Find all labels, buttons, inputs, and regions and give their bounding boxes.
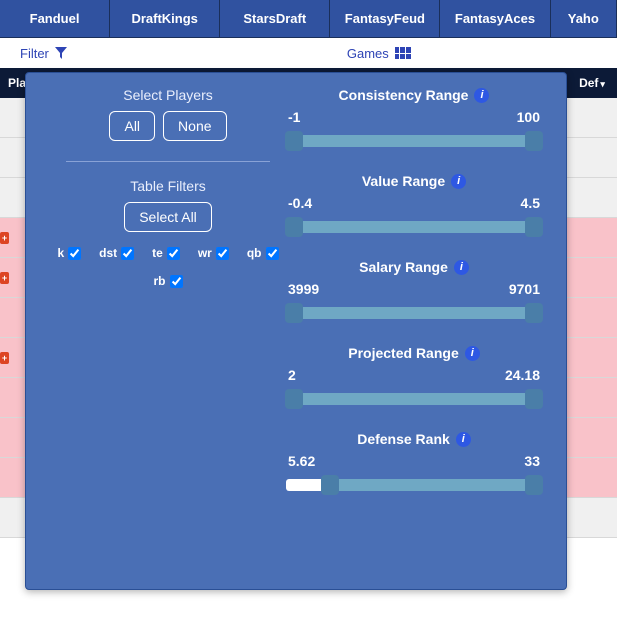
range-max: 33 bbox=[524, 453, 540, 469]
check-label: qb bbox=[247, 246, 262, 260]
checkbox-wr[interactable] bbox=[216, 247, 229, 260]
range-max: 4.5 bbox=[521, 195, 540, 211]
slider-handle-min[interactable] bbox=[285, 217, 303, 237]
range-block: Consistency Range i -1 100 bbox=[286, 87, 542, 151]
medical-icon: + bbox=[0, 272, 9, 284]
site-tab-yaho[interactable]: Yaho bbox=[551, 0, 617, 37]
site-tabs: FanduelDraftKingsStarsDraftFantasyFeudFa… bbox=[0, 0, 617, 38]
check-te[interactable]: te bbox=[152, 246, 180, 260]
grid-icon bbox=[395, 47, 411, 59]
info-icon[interactable]: i bbox=[465, 346, 480, 361]
range-block: Projected Range i 2 24.18 bbox=[286, 345, 542, 409]
check-wr[interactable]: wr bbox=[198, 246, 229, 260]
slider-handle-max[interactable] bbox=[525, 131, 543, 151]
select-players-title: Select Players bbox=[50, 87, 286, 103]
range-min: 5.62 bbox=[288, 453, 315, 469]
check-label: rb bbox=[154, 274, 166, 288]
games-label: Games bbox=[347, 46, 389, 61]
none-button[interactable]: None bbox=[163, 111, 226, 141]
range-block: Defense Rank i 5.62 33 bbox=[286, 431, 542, 495]
games-link[interactable]: Games bbox=[347, 46, 411, 61]
range-slider[interactable] bbox=[286, 217, 542, 237]
medical-icon: + bbox=[0, 232, 9, 244]
checkbox-k[interactable] bbox=[68, 247, 81, 260]
checkbox-qb[interactable] bbox=[266, 247, 279, 260]
slider-handle-max[interactable] bbox=[525, 217, 543, 237]
range-slider[interactable] bbox=[286, 303, 542, 323]
slider-handle-min[interactable] bbox=[285, 303, 303, 323]
check-qb[interactable]: qb bbox=[247, 246, 279, 260]
filter-label: Filter bbox=[20, 46, 49, 61]
range-max: 100 bbox=[517, 109, 540, 125]
all-button[interactable]: All bbox=[109, 111, 155, 141]
table-filters-title: Table Filters bbox=[50, 178, 286, 194]
site-tab-starsdraft[interactable]: StarsDraft bbox=[220, 0, 330, 37]
range-min: -1 bbox=[288, 109, 300, 125]
site-tab-fantasyfeud[interactable]: FantasyFeud bbox=[330, 0, 440, 37]
filter-panel: Select Players All None Table Filters Se… bbox=[25, 72, 567, 590]
checkbox-te[interactable] bbox=[167, 247, 180, 260]
check-label: wr bbox=[198, 246, 212, 260]
info-icon[interactable]: i bbox=[474, 88, 489, 103]
range-block: Salary Range i 3999 9701 bbox=[286, 259, 542, 323]
range-title: Consistency Range bbox=[339, 87, 469, 103]
check-label: dst bbox=[99, 246, 117, 260]
check-label: te bbox=[152, 246, 163, 260]
slider-handle-max[interactable] bbox=[525, 389, 543, 409]
range-min: -0.4 bbox=[288, 195, 312, 211]
funnel-icon bbox=[55, 47, 67, 59]
range-title: Defense Rank bbox=[357, 431, 450, 447]
range-title: Value Range bbox=[362, 173, 445, 189]
position-checks: k dst te wr qb rb bbox=[50, 246, 286, 288]
filter-link[interactable]: Filter bbox=[20, 46, 67, 61]
range-slider[interactable] bbox=[286, 131, 542, 151]
slider-handle-max[interactable] bbox=[525, 303, 543, 323]
select-all-button[interactable]: Select All bbox=[124, 202, 212, 232]
slider-handle-min[interactable] bbox=[321, 475, 339, 495]
check-dst[interactable]: dst bbox=[99, 246, 134, 260]
slider-handle-max[interactable] bbox=[525, 475, 543, 495]
info-icon[interactable]: i bbox=[454, 260, 469, 275]
check-label: k bbox=[57, 246, 64, 260]
checkbox-dst[interactable] bbox=[121, 247, 134, 260]
info-icon[interactable]: i bbox=[456, 432, 471, 447]
slider-handle-min[interactable] bbox=[285, 389, 303, 409]
site-tab-fantasyaces[interactable]: FantasyAces bbox=[440, 0, 550, 37]
range-min: 2 bbox=[288, 367, 296, 383]
divider bbox=[66, 161, 270, 162]
checkbox-rb[interactable] bbox=[170, 275, 183, 288]
range-min: 3999 bbox=[288, 281, 319, 297]
medical-icon: + bbox=[0, 352, 9, 364]
info-icon[interactable]: i bbox=[451, 174, 466, 189]
range-block: Value Range i -0.4 4.5 bbox=[286, 173, 542, 237]
range-slider[interactable] bbox=[286, 389, 542, 409]
col-header-def[interactable]: Def bbox=[567, 76, 617, 90]
range-max: 24.18 bbox=[505, 367, 540, 383]
range-title: Salary Range bbox=[359, 259, 448, 275]
slider-handle-min[interactable] bbox=[285, 131, 303, 151]
check-rb[interactable]: rb bbox=[154, 274, 183, 288]
range-slider[interactable] bbox=[286, 475, 542, 495]
range-max: 9701 bbox=[509, 281, 540, 297]
site-tab-fanduel[interactable]: Fanduel bbox=[0, 0, 110, 37]
range-title: Projected Range bbox=[348, 345, 458, 361]
site-tab-draftkings[interactable]: DraftKings bbox=[110, 0, 220, 37]
check-k[interactable]: k bbox=[57, 246, 81, 260]
toolbar: Filter Games bbox=[0, 38, 617, 68]
